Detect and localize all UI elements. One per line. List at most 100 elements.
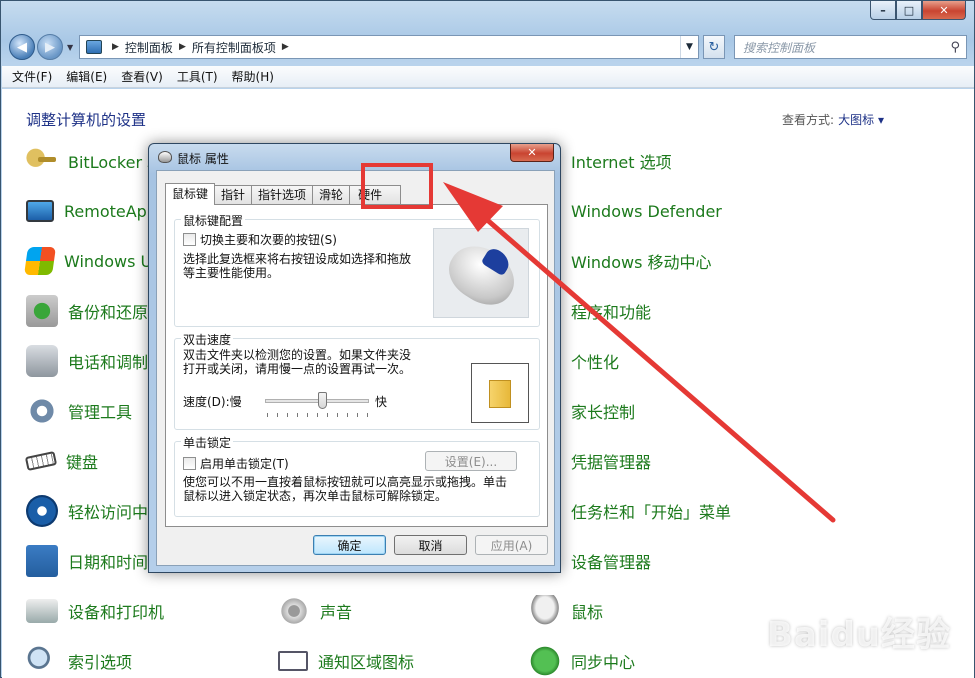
address-bar[interactable]: ▶ 控制面板 ▶ 所有控制面板项 ▶ ▼ xyxy=(79,35,699,59)
item-label: 程序和功能 xyxy=(571,303,652,322)
click-lock-description-1: 使您可以不用一直按着鼠标按钮就可以高亮显示或拖拽。单击 xyxy=(183,475,508,489)
item-label: 索引选项 xyxy=(68,653,133,672)
speed-slider-track[interactable] xyxy=(265,399,369,403)
ok-button[interactable]: 确定 xyxy=(313,535,386,555)
cancel-button[interactable]: 取消 xyxy=(394,535,467,555)
test-folder-area[interactable] xyxy=(471,363,529,423)
speed-slow-label: 速度(D):慢 xyxy=(183,395,242,409)
phone-icon xyxy=(26,345,58,377)
maximize-button[interactable]: □ xyxy=(896,1,922,20)
item-label: Windows 移动中心 xyxy=(571,253,712,272)
dialog-close-button[interactable]: ✕ xyxy=(510,144,554,162)
recent-pages-chevron-down-icon[interactable]: ▼ xyxy=(67,43,73,52)
item-label: 设备管理器 xyxy=(571,553,652,572)
item-label: 鼠标 xyxy=(571,603,604,622)
item-label: 凭据管理器 xyxy=(571,453,652,472)
accessibility-icon xyxy=(26,495,58,527)
item-bitlocker[interactable]: BitLocker 驱 xyxy=(26,144,163,178)
item-label: 同步中心 xyxy=(571,653,636,672)
caption-buttons: – □ ✕ xyxy=(870,1,966,20)
tab-wheel[interactable]: 滑轮 xyxy=(312,185,351,205)
item-label: 电话和调制 xyxy=(68,353,149,372)
item-notification-icons[interactable]: 通知区域图标 xyxy=(278,644,414,678)
menu-edit[interactable]: 编辑(E) xyxy=(66,68,107,85)
address-dropdown-chevron-down-icon[interactable]: ▼ xyxy=(680,36,698,58)
item-ease-of-access[interactable]: 轻松访问中 xyxy=(26,494,148,528)
tab-pointers[interactable]: 指针 xyxy=(214,185,253,205)
folder-icon[interactable] xyxy=(489,380,511,408)
search-placeholder: 搜索控制面板 xyxy=(743,40,816,55)
item-admin-tools[interactable]: 管理工具 xyxy=(26,394,132,428)
speed-slider-thumb[interactable] xyxy=(318,392,328,409)
click-lock-description-2: 鼠标以进入锁定状态，再次单击鼠标可解除锁定。 xyxy=(183,489,448,503)
control-panel-icon xyxy=(86,40,102,54)
chevron-right-icon[interactable]: ▶ xyxy=(112,42,119,52)
printer-icon xyxy=(26,599,58,623)
speed-slider-ticks xyxy=(267,413,371,417)
search-icon[interactable]: ⚲ xyxy=(950,40,960,55)
minimize-button[interactable]: – xyxy=(870,1,896,20)
sync-icon xyxy=(529,645,561,677)
checkbox-label: 切换主要和次要的按钮(S) xyxy=(200,233,337,247)
close-button[interactable]: ✕ xyxy=(922,1,966,20)
item-mouse[interactable]: 鼠标 xyxy=(529,594,603,628)
group-label: 双击速度 xyxy=(181,331,234,348)
menu-help[interactable]: 帮助(H) xyxy=(232,68,274,85)
double-click-description-2: 打开或关闭，请用慢一点的设置再试一次。 xyxy=(183,362,412,376)
double-click-description-1: 双击文件夹以检测您的设置。如果文件夹没 xyxy=(183,348,412,362)
view-by-label: 查看方式: xyxy=(781,113,834,127)
breadcrumb-all-items[interactable]: 所有控制面板项 xyxy=(192,39,276,56)
forward-button[interactable]: ▶ xyxy=(37,34,63,60)
item-sync-center[interactable]: 同步中心 xyxy=(529,644,635,678)
item-devices-printers[interactable]: 设备和打印机 xyxy=(26,594,164,628)
back-button[interactable]: ◀ xyxy=(9,34,35,60)
page-title: 调整计算机的设置 xyxy=(26,111,147,129)
tab-pointer-options[interactable]: 指针选项 xyxy=(251,185,314,205)
item-label: RemoteApp xyxy=(64,201,157,221)
item-sound[interactable]: 声音 xyxy=(278,594,352,628)
item-indexing[interactable]: 索引选项 xyxy=(26,644,132,678)
group-label: 单击锁定 xyxy=(181,434,234,451)
breadcrumb-control-panel[interactable]: 控制面板 xyxy=(125,39,173,56)
menu-file[interactable]: 文件(F) xyxy=(12,68,52,85)
checkbox-box[interactable] xyxy=(183,457,196,470)
chevron-right-icon[interactable]: ▶ xyxy=(282,42,289,52)
item-label: 管理工具 xyxy=(68,403,133,422)
item-keyboard[interactable]: 键盘 xyxy=(24,444,98,478)
item-label: 设备和打印机 xyxy=(68,603,165,622)
item-label: 备份和还原 xyxy=(68,303,149,322)
menu-tools[interactable]: 工具(T) xyxy=(177,68,218,85)
key-icon xyxy=(26,145,58,177)
switch-buttons-checkbox[interactable]: 切换主要和次要的按钮(S) xyxy=(183,231,337,248)
watermark-logo-text: Baidu经验 xyxy=(766,615,951,655)
chevron-right-icon[interactable]: ▶ xyxy=(179,42,186,52)
apply-button[interactable]: 应用(A) xyxy=(475,535,548,555)
item-label: 任务栏和「开始」菜单 xyxy=(571,503,732,522)
checkbox-box[interactable] xyxy=(183,233,196,246)
group-click-lock: 单击锁定 启用单击锁定(T) 设置(E)... 使您可以不用一直按着鼠标按钮就可… xyxy=(174,434,540,517)
tab-buttons[interactable]: 鼠标键 xyxy=(165,183,216,205)
item-windows-update[interactable]: Windows U xyxy=(24,244,152,278)
item-phone-modem[interactable]: 电话和调制 xyxy=(26,344,148,378)
dialog-body: 鼠标键 指针 指针选项 滑轮 硬件 鼠标键配置 切换主要和次要的按钮(S) 选择… xyxy=(156,170,555,566)
search-input[interactable]: 搜索控制面板 ⚲ xyxy=(734,35,967,59)
group-double-click-speed: 双击速度 双击文件夹以检测您的设置。如果文件夹没 打开或关闭，请用慢一点的设置再… xyxy=(174,331,540,430)
item-date-time[interactable]: 日期和时间 xyxy=(26,544,148,578)
item-label: 轻松访问中 xyxy=(68,503,149,522)
baidu-watermark: Baidu经验 jingyan.baidu.com xyxy=(767,607,951,668)
mouse-illustration xyxy=(433,228,529,318)
click-lock-checkbox[interactable]: 启用单击锁定(T) xyxy=(183,455,289,472)
click-lock-settings-button[interactable]: 设置(E)... xyxy=(425,451,517,471)
view-mode-dropdown[interactable]: 大图标 ▾ xyxy=(838,111,884,128)
menu-view[interactable]: 查看(V) xyxy=(121,68,163,85)
keyboard-icon xyxy=(24,451,58,471)
refresh-icon[interactable]: ↻ xyxy=(703,35,725,59)
item-label: 日期和时间 xyxy=(68,553,149,572)
item-backup-restore[interactable]: 备份和还原 xyxy=(26,294,148,328)
mouse-icon xyxy=(529,595,561,627)
dialog-title: 鼠标 属性 xyxy=(177,152,229,166)
item-label: Internet 选项 xyxy=(571,153,672,172)
item-remoteapp[interactable]: RemoteApp xyxy=(26,194,157,228)
item-label: 个性化 xyxy=(571,353,620,372)
speaker-icon xyxy=(278,595,310,627)
